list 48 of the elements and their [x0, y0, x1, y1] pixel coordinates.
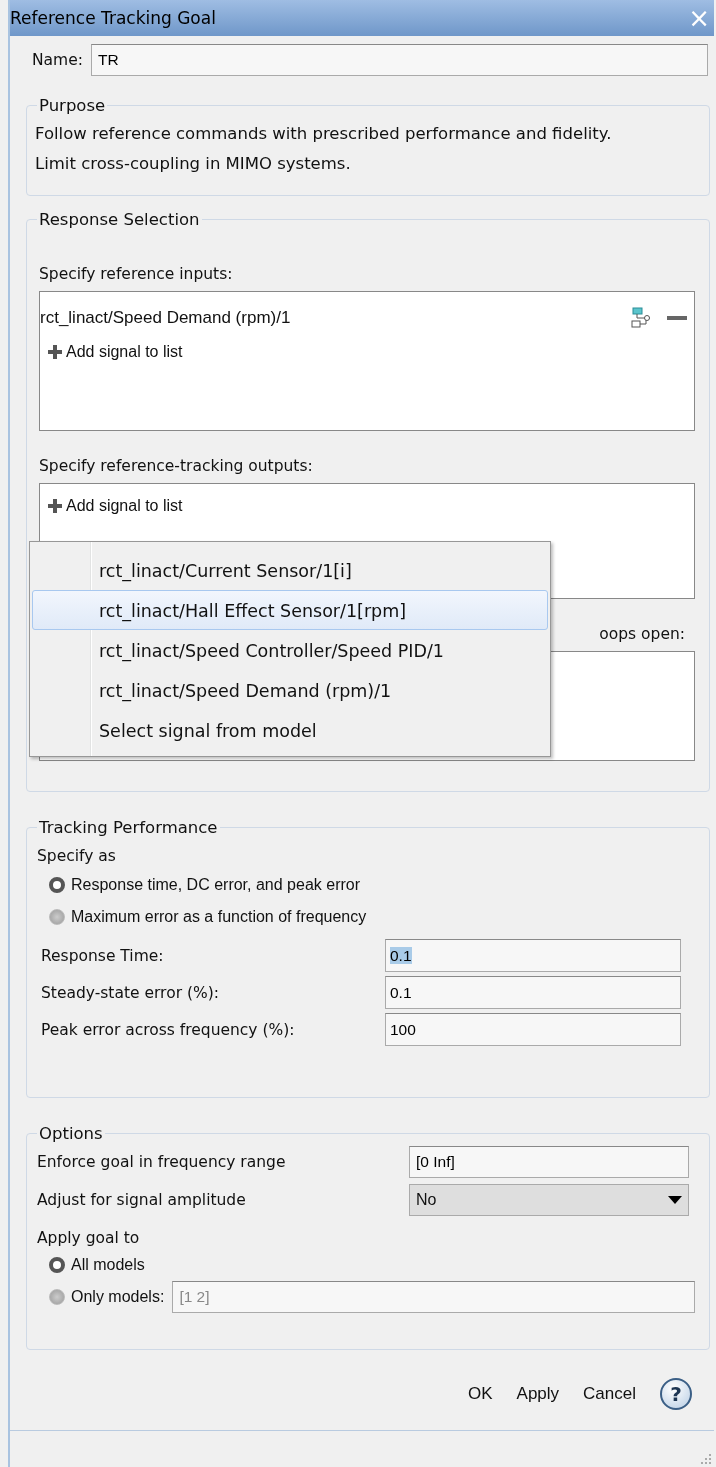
group-title: Options [38, 1124, 104, 1144]
menu-item[interactable]: rct_linact/Speed Demand (rpm)/1 [32, 670, 548, 711]
window-title: Reference Tracking Goal [10, 8, 216, 29]
input-field[interactable]: 0.1 [385, 976, 681, 1010]
field-label: Adjust for signal amplitude [37, 1191, 247, 1210]
radio-button[interactable] [49, 1289, 65, 1306]
radio-label: Maximum error as a function of frequency [71, 908, 367, 927]
input-field[interactable]: [0 Inf] [409, 1146, 689, 1179]
inputs-label: Specify reference inputs: [39, 265, 234, 284]
resize-grip-icon[interactable] [700, 1453, 712, 1465]
plus-icon[interactable] [46, 497, 64, 516]
name-label: Name: [32, 51, 83, 70]
menu-item[interactable]: rct_linact/Hall Effect Sensor/1[rpm] [32, 590, 548, 631]
input-field[interactable]: 0.1 [385, 939, 681, 973]
field-label: Steady-state error (%): [41, 984, 220, 1002]
radio-label: Only models: [71, 1288, 165, 1307]
dialog-button[interactable]: OK [468, 1384, 493, 1405]
field-label: Response Time: [41, 947, 165, 965]
input-field[interactable]: 100 [385, 1013, 681, 1047]
signal-entry[interactable]: rct_linact/Speed Demand (rpm)/1 [40, 308, 616, 329]
group-title: Purpose [38, 96, 107, 116]
add-signal-link[interactable]: Add signal to list [66, 343, 183, 362]
apply-label: Apply goal to [37, 1229, 141, 1248]
block-diagram-icon[interactable] [630, 307, 652, 330]
radio-button[interactable] [49, 909, 65, 926]
field-label: Enforce goal in frequency range [37, 1153, 287, 1172]
caret-icon [668, 1196, 682, 1205]
specify-label: Specify as [37, 847, 117, 866]
dialog-button[interactable]: Cancel [583, 1384, 636, 1405]
plus-icon[interactable] [46, 343, 64, 362]
radio-button[interactable] [49, 1257, 65, 1274]
menu-item[interactable]: rct_linact/Current Sensor/1[i] [32, 550, 548, 591]
field-label: Peak error across frequency (%): [41, 1021, 296, 1039]
menu-item[interactable]: Select signal from model [32, 710, 548, 751]
dropdown[interactable]: No [409, 1184, 689, 1217]
loops-label: oops open: [599, 625, 685, 644]
purpose-text: Follow reference commands with prescribed performance and fidelity. Limit cross-coupling in MIMO systems. [35, 123, 613, 176]
add-signal-link[interactable]: Add signal to list [66, 497, 183, 516]
dialog-button[interactable]: Apply [516, 1384, 560, 1405]
group-title: Response Selection [38, 210, 201, 230]
group-title: Tracking Performance [38, 818, 219, 838]
radio-label: All models [71, 1256, 145, 1275]
help-button[interactable]: ? [660, 1378, 692, 1411]
radio-button[interactable] [49, 877, 65, 894]
radio-label: Response time, DC error, and peak error [71, 876, 360, 895]
outputs-label: Specify reference-tracking outputs: [39, 457, 314, 476]
name-field[interactable]: TR [90, 44, 708, 77]
menu-item[interactable]: rct_linact/Speed Controller/Speed PID/1 [32, 630, 548, 671]
